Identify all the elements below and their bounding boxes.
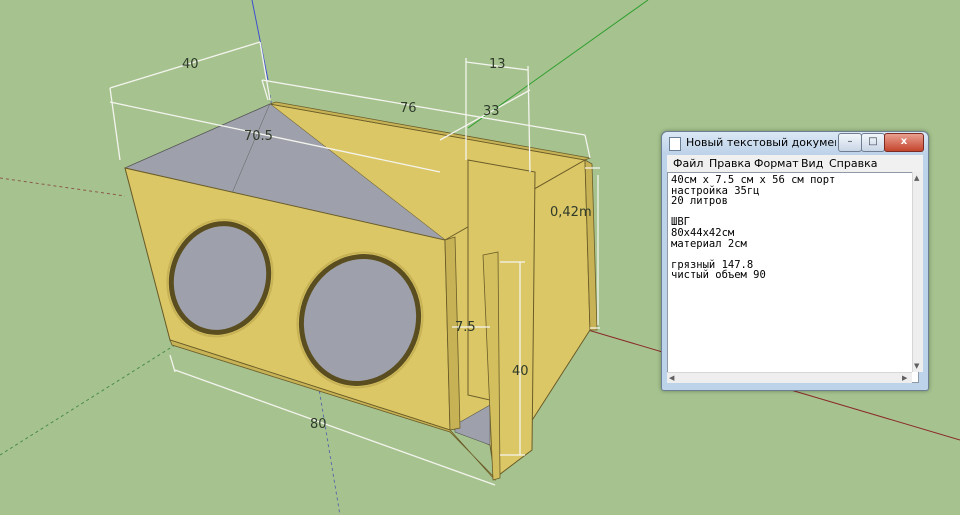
close-button[interactable]: x xyxy=(884,133,924,152)
menu-edit[interactable]: Правка xyxy=(709,157,751,170)
menu-view[interactable]: Вид xyxy=(801,157,823,170)
arrow-down-icon[interactable]: ▼ xyxy=(914,361,919,371)
dim-length-bottom: 80 xyxy=(310,417,327,432)
arrow-left-icon[interactable]: ◀ xyxy=(669,373,674,383)
dim-inner-length: 70.5 xyxy=(244,129,273,144)
dim-port-depth: 33 xyxy=(483,104,500,119)
dim-length-top: 76 xyxy=(400,101,417,116)
dim-height-right: 0,42m xyxy=(550,205,592,220)
notepad-window[interactable]: Новый текстовый документ (2)... – □ x Фа… xyxy=(661,131,929,391)
dim-height-front: 40 xyxy=(512,364,529,379)
dim-port-width: 13 xyxy=(489,57,506,72)
maximize-button[interactable]: □ xyxy=(861,133,885,152)
notepad-titlebar[interactable]: Новый текстовый документ (2)... – □ x xyxy=(662,132,928,154)
red-axis-dashed xyxy=(0,177,126,197)
menu-help[interactable]: Справка xyxy=(829,157,877,170)
menu-file[interactable]: Файл xyxy=(673,157,703,170)
vertical-scrollbar[interactable]: ▲ ▼ xyxy=(912,172,923,372)
arrow-right-icon[interactable]: ▶ xyxy=(902,373,907,383)
dim-port-gap: 7.5 xyxy=(455,320,476,335)
horizontal-scrollbar[interactable]: ◀ ▶ xyxy=(667,372,912,383)
notepad-menubar: Файл Правка Формат Вид Справка xyxy=(667,155,923,172)
dim-depth-top: 40 xyxy=(182,57,199,72)
notepad-text-area[interactable]: 40см x 7.5 см x 56 см порт настройка 35г… xyxy=(667,172,919,383)
minimize-button[interactable]: – xyxy=(838,133,862,152)
menu-format[interactable]: Формат xyxy=(754,157,799,170)
arrow-up-icon[interactable]: ▲ xyxy=(914,173,919,183)
green-axis-dashed xyxy=(0,344,176,456)
notepad-title: Новый текстовый документ (2)... xyxy=(686,136,836,149)
blue-axis xyxy=(251,0,269,81)
notepad-app-icon xyxy=(669,137,681,151)
notepad-text[interactable]: 40см x 7.5 см x 56 см порт настройка 35г… xyxy=(671,175,835,281)
